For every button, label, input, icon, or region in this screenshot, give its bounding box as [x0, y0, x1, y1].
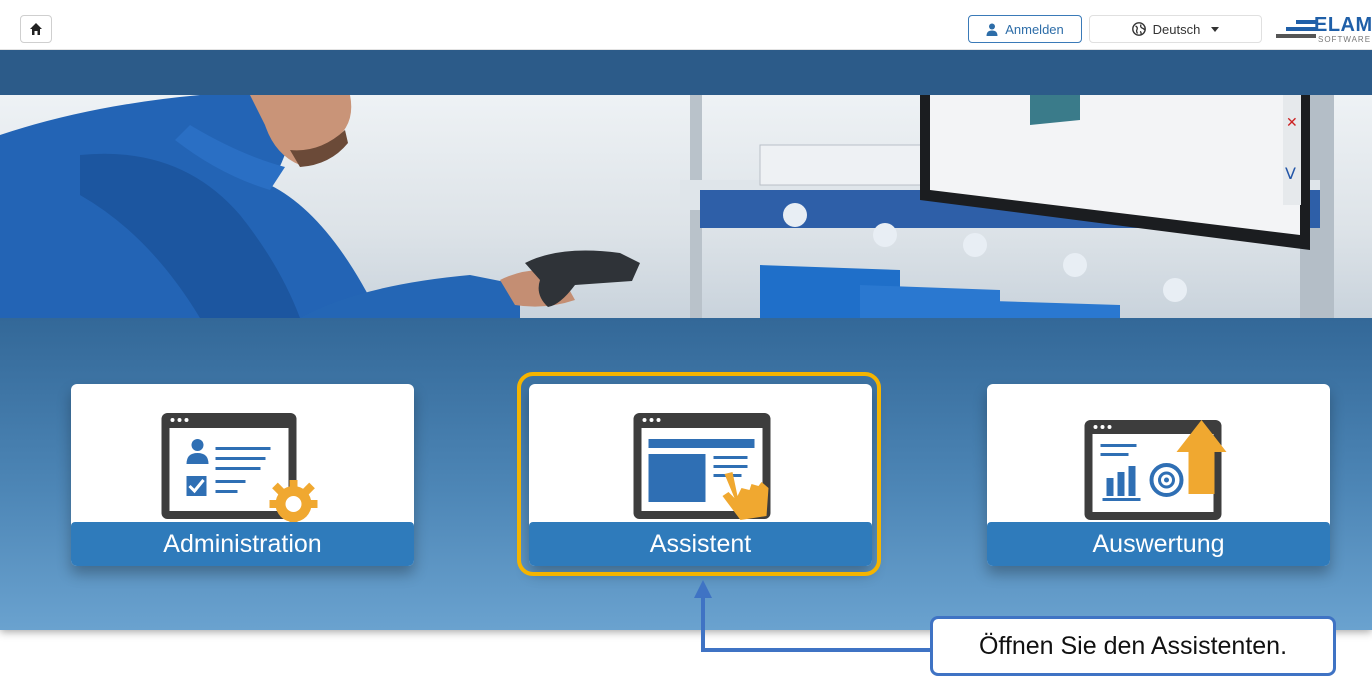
instruction-callout: Öffnen Sie den Assistenten.: [930, 616, 1336, 676]
callout-arrow-icon: [694, 580, 930, 652]
callout-text: Öffnen Sie den Assistenten.: [978, 631, 1288, 660]
